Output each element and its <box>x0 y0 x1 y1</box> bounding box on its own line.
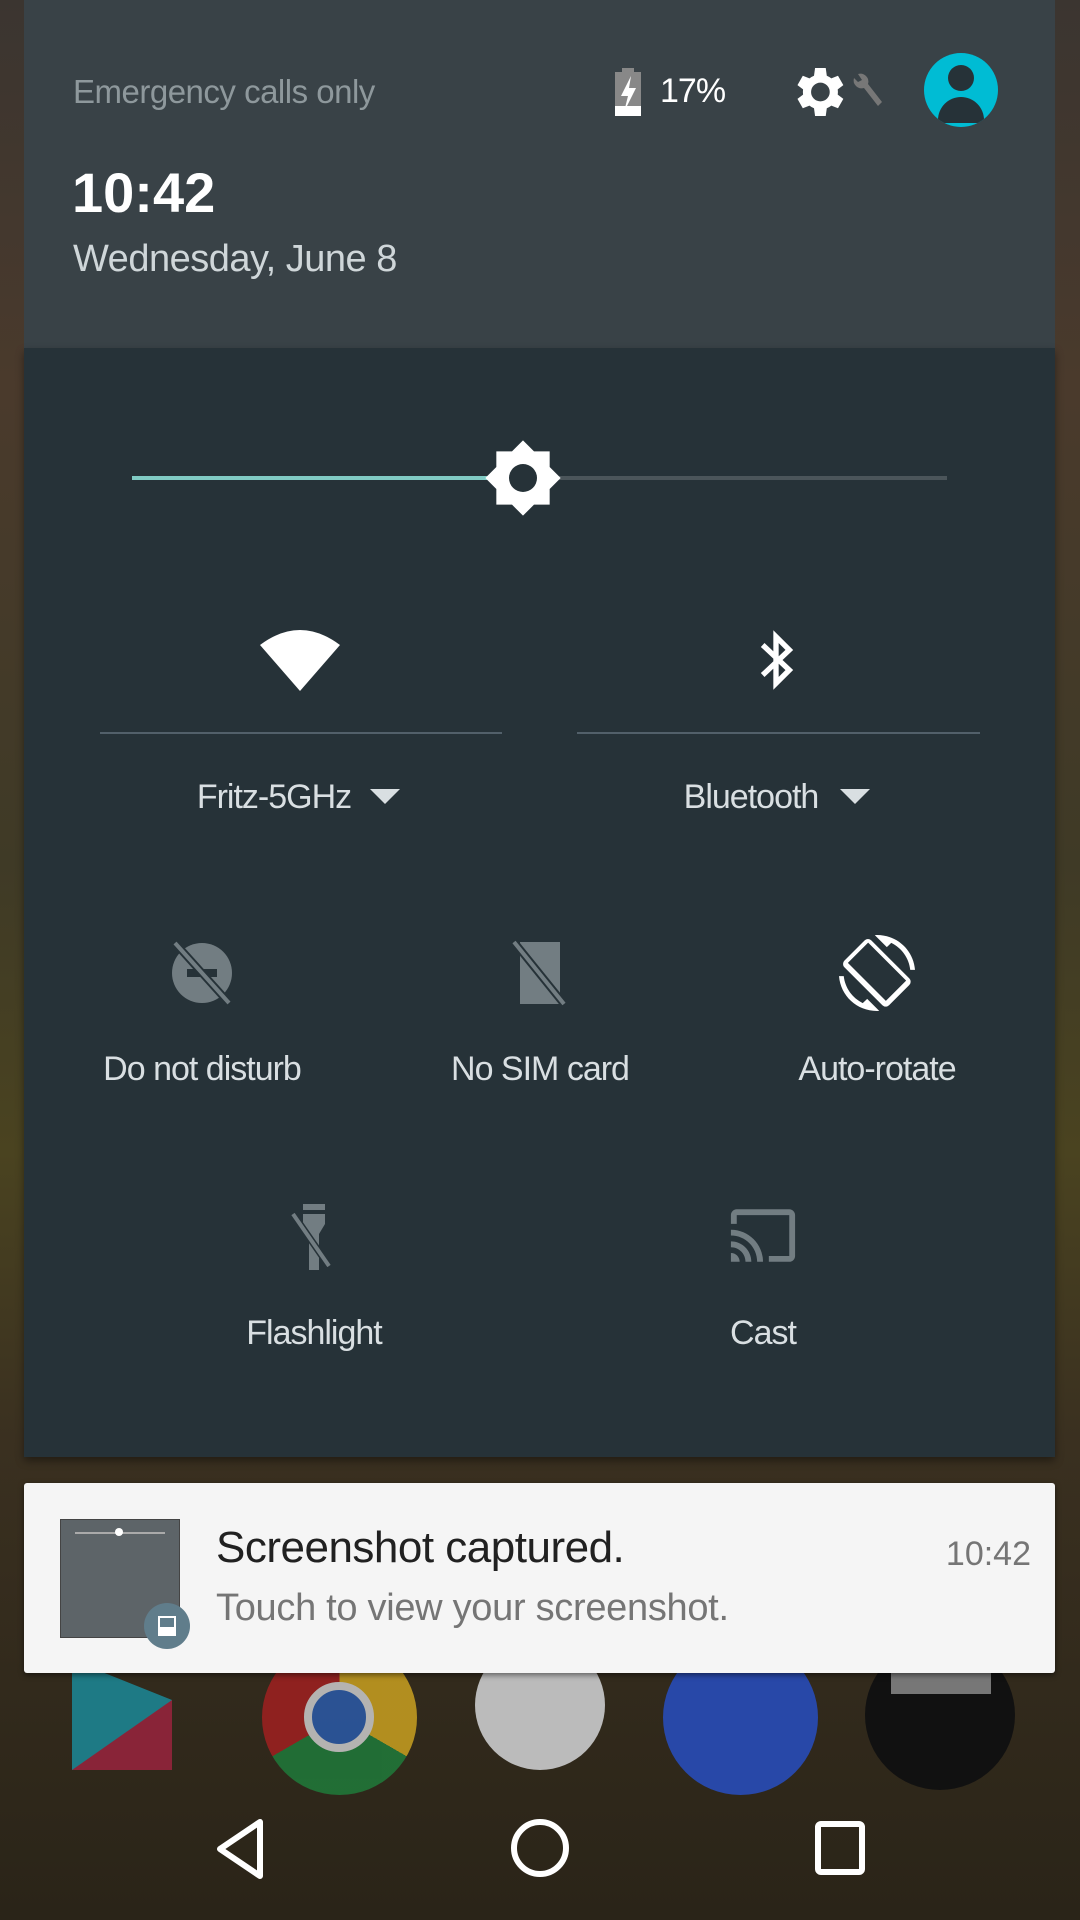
screen-rotation-icon[interactable] <box>839 935 915 1011</box>
do-not-disturb-off-icon[interactable] <box>167 938 237 1008</box>
navigation-bar <box>0 1790 1080 1920</box>
wifi-divider <box>100 732 502 734</box>
no-sim-icon[interactable] <box>510 938 570 1008</box>
wifi-icon[interactable] <box>260 629 340 691</box>
notification-text: Touch to view your screenshot. <box>216 1587 729 1629</box>
bluetooth-label[interactable]: Bluetooth <box>684 778 820 817</box>
back-icon[interactable] <box>214 1818 268 1880</box>
home-icon[interactable] <box>510 1818 570 1878</box>
bluetooth-divider <box>577 732 980 734</box>
wifi-label[interactable]: Fritz-5GHz <box>197 778 352 817</box>
bluetooth-dropdown-arrow-icon[interactable] <box>840 789 870 804</box>
cast-label[interactable]: Cast <box>730 1314 797 1353</box>
clock-time[interactable]: 10:42 <box>72 160 215 225</box>
no-sim-label[interactable]: No SIM card <box>451 1050 630 1089</box>
avatar-person-icon <box>948 65 974 91</box>
settings-gear-icon[interactable] <box>786 60 850 124</box>
bluetooth-icon[interactable] <box>756 629 796 691</box>
brightness-slider[interactable] <box>132 440 947 516</box>
flashlight-label[interactable]: Flashlight <box>246 1314 383 1353</box>
cast-icon[interactable] <box>728 1209 798 1265</box>
date-text[interactable]: Wednesday, June 8 <box>73 238 397 281</box>
user-avatar[interactable] <box>924 53 998 127</box>
carrier-text: Emergency calls only <box>73 73 375 110</box>
battery-charging-icon <box>615 68 641 116</box>
recents-icon[interactable] <box>814 1820 866 1876</box>
quick-settings-panel: Fritz-5GHz Bluetooth Do not disturb No S… <box>24 348 1055 1457</box>
screenshot-app-badge-icon <box>144 1603 190 1649</box>
wifi-dropdown-arrow-icon[interactable] <box>370 789 400 804</box>
wrench-icon <box>853 73 882 106</box>
notification-time: 10:42 <box>945 1535 1031 1573</box>
do-not-disturb-label[interactable]: Do not disturb <box>103 1050 302 1089</box>
notification-shade-header: Emergency calls only 17% 10:42 Wednesday… <box>24 0 1055 348</box>
play-store-app-icon[interactable] <box>72 1660 172 1770</box>
notification-title: Screenshot captured. <box>216 1523 625 1572</box>
battery-percent: 17% <box>660 72 726 110</box>
brightness-thumb-icon[interactable] <box>483 438 563 518</box>
brightness-fill <box>132 476 524 480</box>
flashlight-off-icon[interactable] <box>289 1202 339 1272</box>
screenshot-notification[interactable]: Screenshot captured. Touch to view your … <box>24 1483 1055 1673</box>
auto-rotate-label[interactable]: Auto-rotate <box>798 1050 956 1089</box>
